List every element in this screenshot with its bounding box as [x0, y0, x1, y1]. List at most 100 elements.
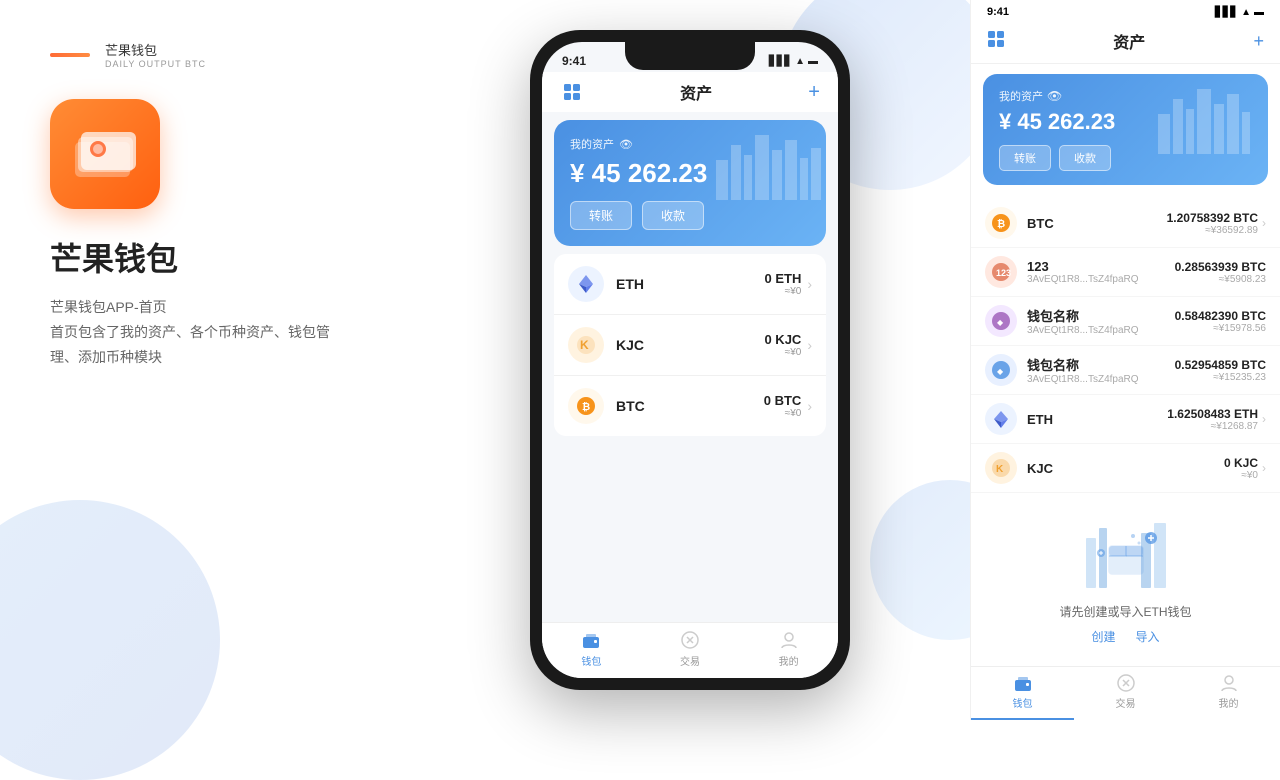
- phone-btc-info: BTC: [616, 398, 764, 414]
- phone-nav-wallet[interactable]: 钱包: [542, 629, 641, 668]
- right-coin-123[interactable]: 123 123 3AvEQt1R8...TsZ4fpaRQ 0.28563939…: [971, 248, 1280, 297]
- eth-import-button[interactable]: 导入: [1136, 628, 1160, 645]
- phone-nav-trade[interactable]: 交易: [641, 629, 740, 668]
- right-wallet2-values: 0.52954859 BTC ≈¥15235.23: [1175, 358, 1266, 383]
- app-main-title: 芒果钱包: [50, 234, 510, 280]
- right-btc-icon: ₿: [985, 207, 1017, 239]
- phone-nav-mine-icon: [778, 629, 800, 651]
- right-panel: 9:41 ▋▋▋ ▲ ▬ 资产 +: [970, 0, 1280, 720]
- phone-status-time: 9:41: [562, 54, 586, 68]
- right-add-button[interactable]: +: [1253, 31, 1264, 52]
- right-status-time: 9:41: [987, 6, 1009, 18]
- phone-frame: 9:41 ▋▋▋ ▲ ▬ 资产 +: [530, 30, 850, 690]
- right-nav-mine[interactable]: 我的: [1177, 673, 1280, 710]
- phone-receive-button[interactable]: 收款: [642, 201, 704, 230]
- svg-text:K: K: [580, 338, 589, 352]
- phone-eth-values: 0 ETH ≈¥0: [764, 271, 801, 297]
- right-kjc-arrow: ›: [1262, 461, 1266, 475]
- phone-screen: 9:41 ▋▋▋ ▲ ▬ 资产 +: [542, 42, 838, 678]
- phone-asset-label: 我的资产 👁: [570, 136, 810, 152]
- svg-text:123: 123: [996, 268, 1011, 278]
- right-coin-wallet2[interactable]: ◆ 钱包名称 3AvEQt1R8...TsZ4fpaRQ 0.52954859 …: [971, 346, 1280, 395]
- right-wifi-icon: ▲: [1241, 7, 1251, 18]
- right-wallet1-info: 钱包名称 3AvEQt1R8...TsZ4fpaRQ: [1027, 306, 1175, 336]
- svg-text:◆: ◆: [997, 367, 1004, 376]
- phone-coin-eth[interactable]: ETH 0 ETH ≈¥0 ›: [554, 254, 826, 315]
- right-nav-wallet-label: 钱包: [1013, 695, 1033, 710]
- right-bottom-nav: 钱包 交易 我的: [971, 666, 1280, 720]
- wifi-icon: ▲: [795, 56, 805, 67]
- right-wallet1-values: 0.58482390 BTC ≈¥15978.56: [1175, 309, 1266, 334]
- app-icon: [50, 99, 160, 209]
- brand-name-small: 芒果钱包: [105, 40, 206, 59]
- right-eye-icon[interactable]: 👁: [1047, 89, 1062, 103]
- right-coin-kjc[interactable]: K KJC 0 KJC ≈¥0 ›: [971, 444, 1280, 493]
- phone-coin-kjc[interactable]: K KJC 0 KJC ≈¥0 ›: [554, 315, 826, 376]
- right-nav-wallet[interactable]: 钱包: [971, 673, 1074, 710]
- right-transfer-button[interactable]: 转账: [999, 145, 1051, 171]
- right-kjc-icon: K: [985, 452, 1017, 484]
- right-status-bar: 9:41 ▋▋▋ ▲ ▬: [971, 0, 1280, 24]
- eth-create-button[interactable]: 创建: [1091, 628, 1115, 645]
- right-wallet2-icon: ◆: [985, 354, 1017, 386]
- phone-status-icons: ▋▋▋ ▲ ▬: [769, 56, 818, 67]
- right-battery-icon: ▬: [1254, 7, 1264, 18]
- phone-grid-icon[interactable]: [560, 80, 584, 104]
- phone-notch: [625, 42, 755, 70]
- phone-eth-icon: [568, 266, 604, 302]
- phone-nav-trade-label: 交易: [680, 653, 700, 668]
- right-123-values: 0.28563939 BTC ≈¥5908.23: [1175, 260, 1266, 285]
- phone-asset-buttons: 转账 收款: [570, 201, 810, 230]
- right-receive-button[interactable]: 收款: [1059, 145, 1111, 171]
- phone-nav-wallet-icon: [580, 629, 602, 651]
- phone-add-button[interactable]: +: [808, 81, 820, 104]
- svg-text:₿: ₿: [582, 401, 590, 413]
- app-desc: 芒果钱包APP-首页 首页包含了我的资产、各个币种资产、钱包管 理、添加币种模块: [50, 295, 510, 371]
- phone-kjc-values: 0 KJC ≈¥0: [764, 332, 801, 358]
- phone-eth-arrow: ›: [807, 276, 812, 292]
- right-grid-icon[interactable]: [987, 30, 1005, 53]
- right-kjc-values: 0 KJC ≈¥0: [1224, 456, 1258, 481]
- phone-nav-wallet-label: 钱包: [581, 653, 601, 668]
- right-btc-arrow: ›: [1262, 216, 1266, 230]
- phone-btc-arrow: ›: [807, 398, 812, 414]
- phone-btc-icon: ₿: [568, 388, 604, 424]
- brand-line: [50, 53, 90, 57]
- battery-icon: ▬: [808, 56, 818, 67]
- right-nav-mine-label: 我的: [1219, 695, 1239, 710]
- right-signal-icon: ▋▋▋: [1215, 7, 1238, 18]
- eye-icon[interactable]: 👁: [619, 138, 633, 151]
- right-coin-eth[interactable]: ETH 1.62508483 ETH ≈¥1268.87 ›: [971, 395, 1280, 444]
- app-icon-container: [50, 99, 510, 209]
- right-wallet1-icon: ◆: [985, 305, 1017, 337]
- right-kjc-info: KJC: [1027, 461, 1224, 476]
- brand-subtitle: DAILY OUTPUT BTC: [105, 59, 206, 69]
- right-nav-trade-label: 交易: [1116, 695, 1136, 710]
- eth-create-links: 创建 导入: [985, 628, 1266, 645]
- right-btc-values: 1.20758392 BTC ≈¥36592.89: [1167, 211, 1258, 236]
- deco-circle: [0, 500, 220, 780]
- phone-coin-btc[interactable]: ₿ BTC 0 BTC ≈¥0 ›: [554, 376, 826, 436]
- right-header-title: 资产: [1113, 29, 1145, 53]
- svg-text:◆: ◆: [997, 318, 1004, 327]
- left-panel: 芒果钱包 DAILY OUTPUT BTC 芒果钱包 芒果钱包APP-首页 首页…: [0, 0, 560, 720]
- brand-bar: 芒果钱包 DAILY OUTPUT BTC: [50, 40, 510, 69]
- eth-create-text: 请先创建或导入ETH钱包: [985, 603, 1266, 620]
- right-nav-trade[interactable]: 交易: [1074, 673, 1177, 710]
- phone-nav-trade-icon: [679, 629, 701, 651]
- right-123-info: 123 3AvEQt1R8...TsZ4fpaRQ: [1027, 259, 1175, 285]
- phone-nav-mine[interactable]: 我的: [739, 629, 838, 668]
- phone-kjc-icon: K: [568, 327, 604, 363]
- eth-create-section: 请先创建或导入ETH钱包 创建 导入: [971, 493, 1280, 660]
- phone-kjc-info: KJC: [616, 337, 764, 353]
- phone-transfer-button[interactable]: 转账: [570, 201, 632, 230]
- phone-mockup: 9:41 ▋▋▋ ▲ ▬ 资产 +: [530, 30, 850, 690]
- right-coin-btc[interactable]: ₿ BTC 1.20758392 BTC ≈¥36592.89 ›: [971, 199, 1280, 248]
- phone-bottom-nav: 钱包 交易: [542, 622, 838, 678]
- right-coin-wallet1[interactable]: ◆ 钱包名称 3AvEQt1R8...TsZ4fpaRQ 0.58482390 …: [971, 297, 1280, 346]
- right-btc-info: BTC: [1027, 216, 1167, 231]
- right-coin-list: ₿ BTC 1.20758392 BTC ≈¥36592.89 › 123 12…: [971, 195, 1280, 666]
- right-asset-label: 我的资产 👁: [999, 88, 1252, 104]
- right-asset-card: 我的资产 👁 ¥ 45 262.23 转账 收款: [983, 74, 1268, 185]
- right-wallet2-info: 钱包名称 3AvEQt1R8...TsZ4fpaRQ: [1027, 355, 1175, 385]
